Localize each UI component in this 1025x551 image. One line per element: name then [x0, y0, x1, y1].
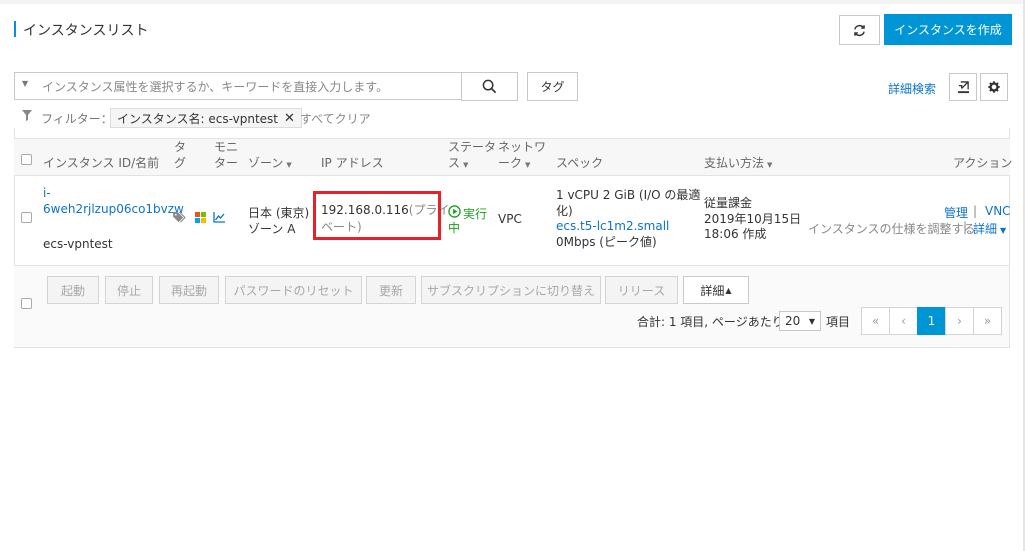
- column-header-status-line1: ステータ: [448, 140, 497, 154]
- column-header-network-line1: ネットワ: [498, 140, 547, 154]
- network-type: VPC: [498, 212, 522, 226]
- more-actions-label: 詳細: [973, 222, 998, 236]
- clear-all-filters-link[interactable]: すべてクリア: [300, 110, 371, 127]
- column-header-status-line2[interactable]: ス ▼: [448, 155, 468, 173]
- resize-instance-link[interactable]: インスタンスの仕様を調整する: [808, 220, 976, 237]
- settings-button[interactable]: [980, 73, 1008, 101]
- reset-password-button[interactable]: パスワードのリセット: [225, 276, 362, 304]
- spec-line1: 1 vCPU 2 GiB (I/O の最適: [556, 188, 701, 202]
- stop-button[interactable]: 停止: [105, 276, 153, 304]
- first-page-button[interactable]: «: [861, 307, 890, 335]
- spec-cell: 1 vCPU 2 GiB (I/O の最適 化) ecs.t5-lc1m2.sm…: [556, 188, 700, 250]
- column-header-zone-label: ゾーン: [248, 156, 284, 170]
- zone-line2: ゾーン A: [248, 222, 296, 236]
- column-header-network-line2[interactable]: ーク ▼: [498, 155, 530, 173]
- billing-method: 従量課金: [704, 196, 753, 210]
- page-size-value: 20: [785, 314, 801, 328]
- refresh-icon: [854, 24, 865, 36]
- chevron-down-icon: ▼: [1000, 226, 1007, 235]
- pagination-summary: 合計: 1 項目, ページあたり:: [637, 315, 788, 329]
- page-title: インスタンスリスト: [23, 23, 149, 39]
- column-header-ip: IP アドレス: [321, 156, 384, 170]
- vnc-link[interactable]: VNC: [985, 204, 1011, 218]
- instance-id-link[interactable]: i- 6weh2rjlzup06co1bvzw: [43, 185, 184, 217]
- column-header-monitor-line1: モニ: [214, 140, 239, 154]
- export-icon: [957, 80, 969, 93]
- filter-chip-label: インスタンス名: ecs-vpntest: [117, 111, 278, 126]
- zone-line1: 日本 (東京): [248, 206, 310, 220]
- column-header-monitor-line2: ター: [214, 156, 239, 170]
- search-placeholder: インスタンス属性を選択するか、キーワードを直接入力します。: [42, 80, 389, 94]
- monitor-chart-icon[interactable]: [213, 212, 225, 226]
- release-button[interactable]: リリース: [605, 276, 678, 304]
- created-date: 2019年10月15日: [704, 211, 802, 226]
- column-header-billing-label: 支払い方法: [704, 156, 765, 170]
- export-button[interactable]: [949, 73, 977, 101]
- switch-subscription-button[interactable]: サブスクリプションに切り替え: [421, 276, 601, 304]
- column-header-instance-id: インスタンス ID/名前: [43, 156, 160, 170]
- restart-button[interactable]: 再起動: [159, 276, 219, 304]
- tag-icon[interactable]: [173, 211, 186, 226]
- last-page-button[interactable]: »: [973, 307, 1002, 335]
- billing-cell: 従量課金 2019年10月15日 18:06 作成: [704, 196, 801, 243]
- spec-bandwidth: 0Mbps (ピーク値): [556, 234, 657, 249]
- column-header-network-label: ーク: [498, 156, 523, 170]
- instance-name: ecs-vpntest: [43, 237, 113, 251]
- filter-chip: インスタンス名: ecs-vpntest ✕: [110, 108, 302, 128]
- sort-caret-icon: ▼: [525, 161, 531, 169]
- renew-button[interactable]: 更新: [366, 276, 416, 304]
- refresh-button[interactable]: [839, 15, 880, 45]
- footer-select-all-checkbox[interactable]: [21, 298, 32, 309]
- more-batch-actions-label: 詳細: [700, 283, 725, 298]
- prev-page-button[interactable]: ‹: [889, 307, 918, 335]
- ip-highlight-box: [313, 191, 441, 240]
- close-icon[interactable]: ✕: [284, 111, 295, 126]
- spec-line2: 化): [556, 203, 573, 218]
- next-page-button[interactable]: ›: [945, 307, 974, 335]
- create-instance-button[interactable]: インスタンスを作成: [884, 14, 1012, 45]
- title-accent-bar: [14, 21, 16, 37]
- filter-label: フィルター：: [41, 112, 113, 126]
- gear-icon: [988, 81, 1000, 93]
- search-icon: [482, 79, 497, 94]
- column-header-tag-line1: タ: [174, 140, 187, 154]
- column-header-billing[interactable]: 支払い方法 ▼: [704, 155, 772, 173]
- column-header-status-label: ス: [448, 156, 461, 170]
- column-header-action: アクション: [953, 156, 1013, 170]
- attribute-dropdown-caret-icon[interactable]: ▼: [22, 79, 28, 88]
- zone-cell: 日本 (東京) ゾーン A: [248, 205, 309, 237]
- sort-caret-icon: ▼: [463, 161, 469, 169]
- column-header-zone[interactable]: ゾーン ▼: [248, 155, 292, 173]
- column-header-spec: スペック: [556, 156, 604, 170]
- page-size-select[interactable]: 20 ▼: [779, 311, 821, 331]
- more-actions-dropdown[interactable]: 詳細 ▼: [973, 220, 1006, 237]
- status-label-line1: 実行: [463, 207, 488, 221]
- column-header-tag-line2: グ: [174, 156, 187, 170]
- sort-caret-icon: ▼: [767, 161, 773, 169]
- created-time: 18:06 作成: [704, 227, 767, 241]
- manage-link[interactable]: 管理: [944, 204, 968, 221]
- tag-filter-button[interactable]: タグ: [527, 72, 578, 101]
- more-batch-actions-button[interactable]: 詳細 ▲: [683, 276, 749, 304]
- windows-os-icon: [195, 212, 206, 226]
- advanced-search-link[interactable]: 詳細検索: [888, 80, 936, 97]
- chevron-down-icon: ▼: [808, 316, 815, 326]
- start-button[interactable]: 起動: [47, 276, 99, 304]
- page-1-button[interactable]: 1: [917, 307, 946, 335]
- instance-id-line1: i-: [43, 186, 51, 200]
- instance-type-link[interactable]: ecs.t5-lc1m2.small: [556, 219, 700, 235]
- chevron-up-icon: ▲: [725, 285, 732, 295]
- page-size-unit: 項目: [826, 315, 851, 329]
- window-top-border: [0, 0, 1025, 4]
- status-label-line2: 中: [448, 221, 461, 235]
- sort-caret-icon: ▼: [286, 161, 292, 169]
- search-button[interactable]: [461, 72, 518, 101]
- action-separator-2: |: [963, 220, 968, 234]
- select-all-checkbox[interactable]: [21, 154, 32, 165]
- instance-id-line2: 6weh2rjlzup06co1bvzw: [43, 202, 184, 216]
- row-checkbox[interactable]: [21, 212, 32, 223]
- filter-icon: [22, 110, 32, 124]
- action-separator: |: [973, 204, 978, 218]
